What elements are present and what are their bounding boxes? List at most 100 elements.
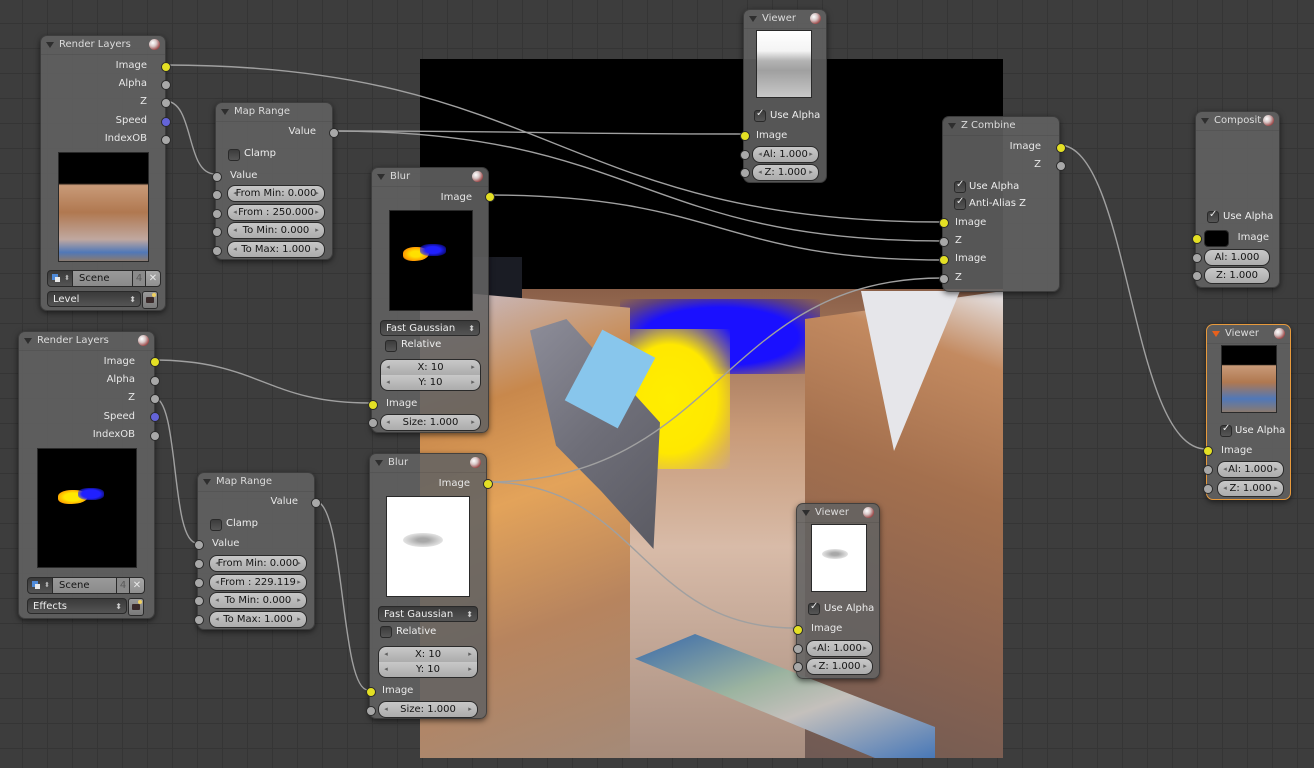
output-socket-indexob[interactable]: [150, 431, 160, 441]
from-min-field[interactable]: ◂ From Min: 0.000 ▸: [209, 555, 307, 572]
output-socket-image[interactable]: [161, 62, 171, 72]
input-socket-image[interactable]: [793, 625, 803, 635]
scene-browse-button[interactable]: ⬍: [47, 270, 73, 287]
collapse-triangle-icon[interactable]: [1212, 331, 1220, 337]
clamp-checkbox[interactable]: [210, 519, 222, 531]
input-socket-from-max[interactable]: [212, 209, 222, 219]
alpha-field[interactable]: ◂ Al: 1.000 ▸: [806, 640, 873, 657]
node-header[interactable]: Viewer: [744, 10, 826, 29]
output-socket-value[interactable]: [311, 498, 321, 508]
use-alpha-checkbox[interactable]: [1220, 423, 1232, 437]
input-socket-from-min[interactable]: [194, 559, 204, 569]
scene-selector[interactable]: ⬍ Scene 4 ✕: [47, 270, 161, 287]
node-blur-2[interactable]: Blur Image Fast Gaussian ⬍ Relative ◂ X: …: [366, 453, 493, 719]
node-header[interactable]: Viewer: [797, 504, 879, 523]
output-socket-image[interactable]: [150, 357, 160, 367]
input-socket-value[interactable]: [194, 540, 204, 550]
input-socket-value[interactable]: [212, 172, 222, 182]
scene-name-field[interactable]: Scene: [52, 577, 117, 594]
node-blur-1[interactable]: Blur Image Fast Gaussian ⬍ Relative ◂ X: …: [368, 167, 495, 433]
node-render-layers-level[interactable]: Render Layers Image Alpha Z Speed IndexO…: [40, 35, 171, 311]
render-camera-button[interactable]: [128, 598, 144, 616]
collapse-triangle-icon[interactable]: [749, 16, 757, 22]
alpha-field[interactable]: ◂ Al: 1.000 ▸: [1217, 461, 1284, 478]
relative-checkbox[interactable]: [380, 626, 392, 638]
from-max-field[interactable]: ◂ From : 250.000 ▸: [227, 204, 325, 221]
node-header[interactable]: Map Range: [216, 103, 332, 122]
render-layer-dropdown[interactable]: Level ⬍: [47, 291, 141, 307]
input-socket-alpha[interactable]: [1192, 253, 1202, 263]
collapse-triangle-icon[interactable]: [203, 479, 211, 485]
node-render-layers-effects[interactable]: Render Layers Image Alpha Z Speed IndexO…: [18, 331, 160, 619]
collapse-triangle-icon[interactable]: [221, 109, 229, 115]
node-composite[interactable]: Composit Use Alpha Image Al: 1.000 Z: 1.…: [1192, 111, 1280, 288]
alpha-field[interactable]: ◂ Al: 1.000 ▸: [752, 146, 819, 163]
node-viewer-active[interactable]: Viewer Use Alpha Image ◂Al: 1.000▸ ◂Z: 1…: [1203, 324, 1291, 500]
z-field[interactable]: ◂ Z: 1.000 ▸: [1217, 480, 1284, 497]
collapse-triangle-icon[interactable]: [1201, 118, 1209, 124]
z-field[interactable]: ◂ Z: 1.000 ▸: [752, 164, 819, 181]
output-socket-alpha[interactable]: [150, 376, 160, 386]
collapse-triangle-icon[interactable]: [46, 42, 54, 48]
input-socket-z[interactable]: [1192, 271, 1202, 281]
collapse-triangle-icon[interactable]: [24, 338, 32, 344]
input-socket-from-max[interactable]: [194, 578, 204, 588]
use-alpha-checkbox[interactable]: [954, 179, 966, 193]
input-socket-image-1[interactable]: [939, 218, 949, 228]
to-min-field[interactable]: ◂ To Min: 0.000 ▸: [227, 222, 325, 239]
to-min-field[interactable]: ◂ To Min: 0.000 ▸: [209, 592, 307, 609]
input-socket-to-max[interactable]: [194, 615, 204, 625]
render-camera-button[interactable]: [142, 291, 158, 309]
output-socket-image[interactable]: [485, 192, 495, 202]
input-socket-z[interactable]: [740, 168, 750, 178]
input-socket-image[interactable]: [368, 400, 378, 410]
material-ball-icon[interactable]: [138, 335, 149, 346]
collapse-triangle-icon[interactable]: [802, 510, 810, 516]
node-z-combine[interactable]: Z Combine Image Z Use Alpha Anti-Alias Z…: [939, 116, 1066, 292]
output-socket-value[interactable]: [329, 128, 339, 138]
output-socket-speed[interactable]: [150, 412, 160, 422]
collapse-triangle-icon[interactable]: [375, 460, 383, 466]
from-max-field[interactable]: ◂ From : 229.119 ▸: [209, 574, 307, 591]
alpha-field[interactable]: Al: 1.000: [1204, 249, 1270, 266]
material-ball-icon[interactable]: [810, 13, 821, 24]
input-socket-to-min[interactable]: [194, 596, 204, 606]
to-max-field[interactable]: ◂ To Max: 1.000 ▸: [209, 611, 307, 628]
z-field[interactable]: ◂ Z: 1.000 ▸: [806, 658, 873, 675]
collapse-triangle-icon[interactable]: [377, 174, 385, 180]
blur-x-field[interactable]: ◂ X: 10 ▸: [380, 359, 481, 376]
input-socket-from-min[interactable]: [212, 190, 222, 200]
node-viewer-2[interactable]: Viewer Use Alpha Image ◂Al: 1.000▸ ◂Z: 1…: [793, 503, 880, 679]
use-alpha-checkbox[interactable]: [1207, 209, 1219, 223]
material-ball-icon[interactable]: [472, 171, 483, 182]
output-socket-z[interactable]: [1056, 161, 1066, 171]
blur-y-field[interactable]: ◂ Y: 10 ▸: [380, 375, 481, 391]
output-socket-image[interactable]: [483, 479, 493, 489]
blur-size-field[interactable]: ◂ Size: 1.000 ▸: [380, 414, 481, 431]
material-ball-icon[interactable]: [863, 507, 874, 518]
output-socket-speed[interactable]: [161, 117, 171, 127]
input-socket-size[interactable]: [368, 418, 378, 428]
use-alpha-checkbox[interactable]: [808, 601, 820, 615]
node-header[interactable]: Composit: [1196, 112, 1279, 131]
input-socket-image[interactable]: [1203, 446, 1213, 456]
z-field[interactable]: Z: 1.000: [1204, 267, 1270, 284]
node-header[interactable]: Blur: [372, 168, 488, 187]
collapse-triangle-icon[interactable]: [948, 123, 956, 129]
blur-x-field[interactable]: ◂ X: 10 ▸: [378, 646, 478, 663]
input-socket-size[interactable]: [366, 706, 376, 716]
scene-unlink-button[interactable]: ✕: [145, 270, 161, 287]
material-ball-icon[interactable]: [1274, 328, 1285, 339]
scene-unlink-button[interactable]: ✕: [129, 577, 145, 594]
material-ball-icon[interactable]: [1263, 115, 1274, 126]
scene-selector[interactable]: ⬍ Scene 4 ✕: [27, 577, 147, 594]
input-socket-alpha[interactable]: [1203, 465, 1213, 475]
output-socket-image[interactable]: [1056, 143, 1066, 153]
output-socket-indexob[interactable]: [161, 135, 171, 145]
input-socket-image[interactable]: [740, 131, 750, 141]
antialias-z-checkbox[interactable]: [954, 196, 966, 210]
input-socket-z-1[interactable]: [939, 237, 949, 247]
node-header[interactable]: Render Layers: [19, 332, 154, 351]
input-socket-z-2[interactable]: [939, 274, 949, 284]
node-map-range-1[interactable]: Map Range Value Clamp Value ◂ From Min: 0…: [212, 102, 339, 260]
